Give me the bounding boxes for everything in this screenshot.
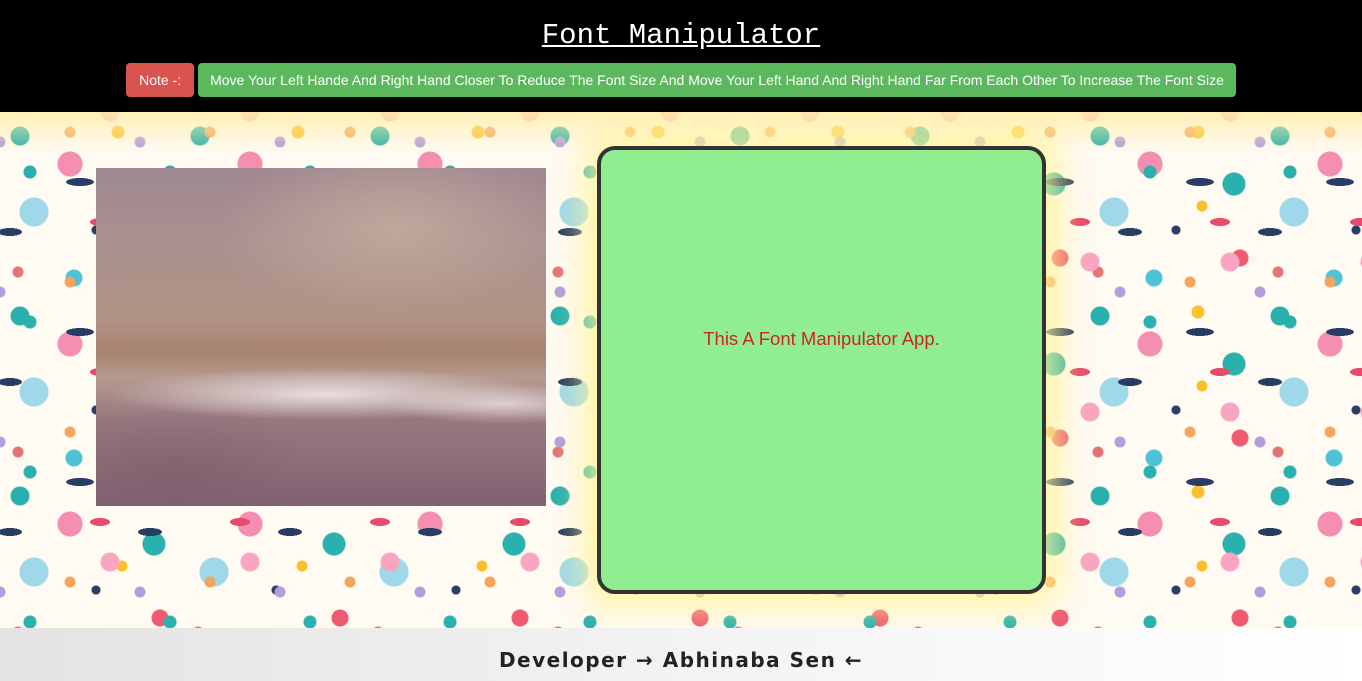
app-header: Font Manipulator Note -: Move Your Left …	[0, 0, 1362, 112]
note-instruction-message: Move Your Left Hande And Right Hand Clos…	[198, 63, 1236, 97]
instruction-note: Note -: Move Your Left Hande And Right H…	[0, 63, 1362, 97]
doodle-pattern-stage: This A Font Manipulator App.	[0, 112, 1362, 628]
page-title: Font Manipulator	[541, 19, 821, 52]
font-display-panel: This A Font Manipulator App.	[597, 146, 1046, 594]
webcam-feed	[96, 168, 546, 506]
note-label-badge: Note -:	[126, 63, 195, 97]
font-display-text: This A Font Manipulator App.	[703, 328, 940, 349]
page-footer: Developer → Abhinaba Sen ←	[0, 628, 1362, 681]
developer-credit: Developer → Abhinaba Sen ←	[498, 647, 864, 672]
